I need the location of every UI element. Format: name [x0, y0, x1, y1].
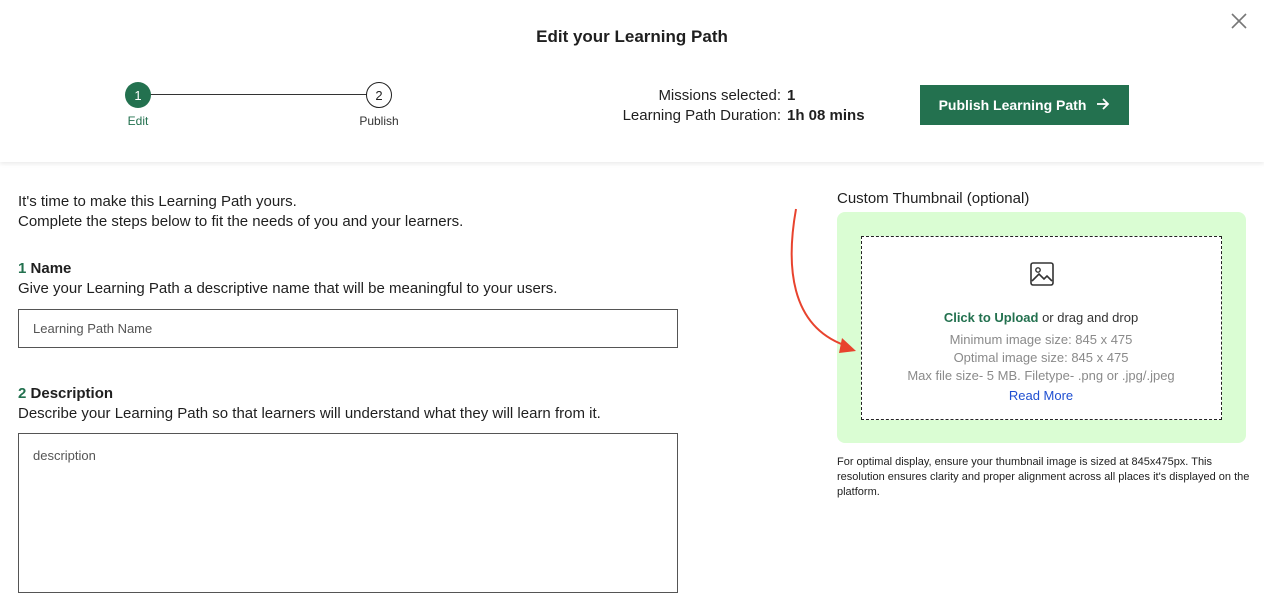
- publish-learning-path-button[interactable]: Publish Learning Path: [920, 85, 1129, 125]
- step-2-label: Publish: [359, 114, 399, 128]
- close-icon[interactable]: [1228, 10, 1250, 32]
- missions-value: 1: [787, 87, 796, 104]
- name-section-heading: 1 Name: [18, 260, 71, 277]
- upload-dropzone[interactable]: Click to Upload or drag and drop Minimum…: [861, 236, 1222, 420]
- publish-button-label: Publish Learning Path: [938, 97, 1087, 113]
- missions-stat: Missions selected: 1: [560, 86, 880, 106]
- drag-drop-text: or drag and drop: [1042, 310, 1139, 325]
- duration-stat: Learning Path Duration: 1h 08 mins: [560, 106, 880, 126]
- description-textarea[interactable]: [18, 433, 678, 593]
- read-more-link[interactable]: Read More: [862, 388, 1220, 403]
- optimal-size-text: Optimal image size: 845 x 475: [953, 350, 1129, 365]
- description-section-description: Describe your Learning Path so that lear…: [18, 405, 601, 422]
- arrow-right-icon: [1096, 97, 1110, 114]
- intro-line-1: It's time to make this Learning Path you…: [18, 193, 297, 210]
- upload-instruction: Click to Upload or drag and drop: [862, 310, 1220, 325]
- stepper-line: [138, 94, 380, 95]
- missions-label: Missions selected:: [658, 87, 781, 104]
- description-section-title: Description: [30, 385, 114, 402]
- min-size-text: Minimum image size: 845 x 475: [949, 332, 1133, 347]
- annotation-arrow-icon: [790, 208, 856, 353]
- progress-stepper: 1 Edit 2 Publish: [110, 82, 410, 132]
- step-1-circle[interactable]: 1: [125, 82, 151, 108]
- name-section-number: 1: [18, 260, 27, 277]
- modal-header: Edit your Learning Path 1 Edit 2 Publish…: [0, 0, 1264, 162]
- intro-text: It's time to make this Learning Path you…: [18, 192, 463, 232]
- duration-label: Learning Path Duration:: [622, 107, 781, 124]
- duration-value: 1h 08 mins: [787, 107, 865, 124]
- thumbnail-footnote: For optimal display, ensure your thumbna…: [837, 456, 1250, 498]
- description-section-number: 2: [18, 385, 27, 402]
- max-size-text: Max file size- 5 MB. Filetype- .png or .…: [907, 368, 1175, 383]
- path-stats: Missions selected: 1 Learning Path Durat…: [560, 86, 880, 126]
- page-title: Edit your Learning Path: [536, 27, 728, 46]
- click-to-upload-link[interactable]: Click to Upload: [944, 310, 1039, 325]
- intro-line-2: Complete the steps below to fit the need…: [18, 213, 464, 230]
- step-1-label: Edit: [127, 114, 149, 128]
- learning-path-name-input[interactable]: [18, 309, 678, 348]
- image-icon: [1029, 261, 1055, 287]
- description-section-heading: 2 Description: [18, 385, 113, 402]
- step-2-circle[interactable]: 2: [366, 82, 392, 108]
- name-section-description: Give your Learning Path a descriptive na…: [18, 280, 558, 297]
- name-section-title: Name: [30, 260, 72, 277]
